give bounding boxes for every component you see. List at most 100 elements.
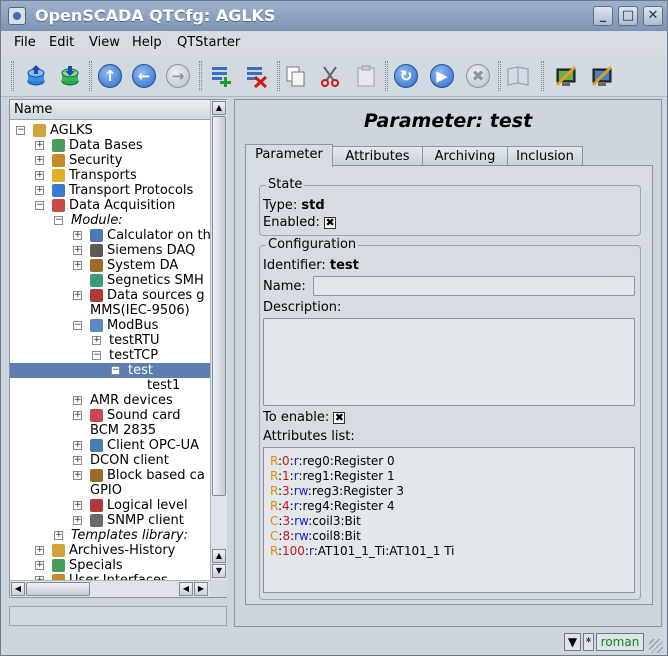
- menu-view[interactable]: View: [89, 35, 120, 50]
- tree-item[interactable]: BCM 2835: [10, 423, 210, 438]
- tree-item[interactable]: − AGLKS: [10, 123, 210, 138]
- expand-icon[interactable]: +: [35, 561, 44, 570]
- up-button[interactable]: ↑: [95, 61, 125, 91]
- collapse-icon[interactable]: −: [92, 351, 101, 360]
- scroll-up-arrow-lower[interactable]: ▲: [212, 549, 226, 563]
- tree-item[interactable]: + Data sources g: [10, 288, 210, 303]
- expand-icon[interactable]: +: [35, 171, 44, 180]
- tree-horizontal-scrollbar[interactable]: ◀ ◀ ▶: [10, 580, 210, 597]
- menu-edit[interactable]: Edit: [49, 35, 74, 50]
- expand-icon[interactable]: +: [73, 291, 82, 300]
- tree-header-name[interactable]: Name: [10, 100, 210, 120]
- expand-icon[interactable]: +: [73, 471, 82, 480]
- station-config-button[interactable]: [587, 61, 617, 91]
- db-load-button[interactable]: [21, 61, 51, 91]
- station-button[interactable]: [551, 61, 581, 91]
- expand-icon[interactable]: +: [35, 156, 44, 165]
- scroll-thumb-horizontal[interactable]: [26, 582, 90, 596]
- tree-item[interactable]: + Transport Protocols: [10, 183, 210, 198]
- app-icon[interactable]: [8, 7, 26, 25]
- resize-grip[interactable]: [649, 639, 663, 653]
- manual-button[interactable]: [503, 61, 533, 91]
- start-button[interactable]: ▶: [427, 61, 457, 91]
- tree-item[interactable]: GPIO: [10, 483, 210, 498]
- tree-item[interactable]: + Security: [10, 153, 210, 168]
- tree-item[interactable]: + Data Bases: [10, 138, 210, 153]
- menu-file[interactable]: File: [14, 35, 36, 50]
- expand-icon[interactable]: +: [35, 546, 44, 555]
- tree-item[interactable]: +User Interfaces: [10, 573, 210, 580]
- add-item-button[interactable]: [206, 61, 236, 91]
- expand-icon[interactable]: +: [73, 411, 82, 420]
- collapse-icon[interactable]: −: [111, 366, 120, 375]
- tree-item[interactable]: − Data Acquisition: [10, 198, 210, 213]
- scroll-up-arrow[interactable]: ▲: [212, 101, 226, 115]
- maximize-button[interactable]: □: [618, 6, 638, 26]
- menu-help[interactable]: Help: [132, 35, 162, 50]
- tree-item[interactable]: + Archives-History: [10, 543, 210, 558]
- tree-item[interactable]: + Logical level: [10, 498, 210, 513]
- tree-item[interactable]: + Calculator on th: [10, 228, 210, 243]
- tree-item[interactable]: + Sound card: [10, 408, 210, 423]
- expand-icon[interactable]: +: [35, 186, 44, 195]
- scroll-down-arrow[interactable]: ▼: [212, 564, 226, 578]
- title-bar[interactable]: OpenSCADA QTCfg: AGLKS _ □ ✕: [1, 1, 667, 31]
- back-button[interactable]: ←: [129, 61, 159, 91]
- to-enable-checkbox[interactable]: ✖: [333, 411, 346, 424]
- tree-item[interactable]: + testRTU: [10, 333, 210, 348]
- tree-item[interactable]: + Block based ca: [10, 468, 210, 483]
- tree-item[interactable]: + Templates library:: [10, 528, 210, 543]
- tree-item[interactable]: + Transports: [10, 168, 210, 183]
- collapse-icon[interactable]: −: [54, 216, 63, 225]
- expand-icon[interactable]: +: [54, 531, 63, 540]
- paste-button[interactable]: [351, 61, 381, 91]
- expand-icon[interactable]: +: [73, 246, 82, 255]
- collapse-icon[interactable]: −: [73, 321, 82, 330]
- scroll-left-arrow-lower[interactable]: ◀: [179, 582, 193, 596]
- user-indicator[interactable]: roman: [596, 633, 644, 651]
- scroll-thumb[interactable]: [212, 116, 226, 496]
- cut-button[interactable]: [315, 61, 345, 91]
- tree-item[interactable]: test1: [10, 378, 210, 393]
- db-save-button[interactable]: [55, 61, 85, 91]
- collapse-icon[interactable]: −: [35, 201, 44, 210]
- expand-icon[interactable]: +: [73, 231, 82, 240]
- stop-button[interactable]: ✖: [463, 61, 493, 91]
- tab-archiving[interactable]: Archiving: [422, 146, 508, 166]
- tree-item[interactable]: − test: [10, 363, 210, 378]
- scroll-right-arrow[interactable]: ▶: [194, 582, 208, 596]
- tree-item[interactable]: + SNMP client: [10, 513, 210, 528]
- minimize-button[interactable]: _: [593, 6, 613, 26]
- delete-item-button[interactable]: [241, 61, 271, 91]
- tree-item[interactable]: MMS(IEC-9506): [10, 303, 210, 318]
- forward-button[interactable]: →: [163, 61, 193, 91]
- panel-splitter[interactable]: [228, 99, 232, 627]
- tree-item[interactable]: − Module:: [10, 213, 210, 228]
- tree-item[interactable]: Segnetics SMH: [10, 273, 210, 288]
- status-dropdown-button[interactable]: ▼: [564, 633, 581, 651]
- menu-qtstarter[interactable]: QTStarter: [177, 35, 240, 50]
- collapse-icon[interactable]: −: [16, 126, 25, 135]
- name-input[interactable]: [313, 276, 635, 296]
- expand-icon[interactable]: +: [73, 501, 82, 510]
- expand-icon[interactable]: +: [73, 396, 82, 405]
- toolbar-handle[interactable]: [11, 61, 14, 91]
- description-textarea[interactable]: [263, 318, 635, 406]
- expand-icon[interactable]: +: [73, 516, 82, 525]
- navigation-tree[interactable]: Name − AGLKS + Data Bases + Security + Transpor…: [9, 99, 227, 598]
- tree-body[interactable]: − AGLKS + Data Bases + Security + Transports + Tr…: [10, 120, 210, 580]
- expand-icon[interactable]: +: [92, 336, 101, 345]
- tree-item[interactable]: − ModBus: [10, 318, 210, 333]
- expand-icon[interactable]: +: [73, 441, 82, 450]
- tree-item[interactable]: + Specials: [10, 558, 210, 573]
- tree-item[interactable]: + Client OPC-UA: [10, 438, 210, 453]
- enabled-checkbox[interactable]: ✖: [324, 216, 337, 229]
- tree-item[interactable]: + DCON client: [10, 453, 210, 468]
- close-button[interactable]: ✕: [643, 6, 663, 26]
- copy-button[interactable]: [281, 61, 311, 91]
- tab-inclusion[interactable]: Inclusion: [507, 146, 583, 166]
- attributes-list-textarea[interactable]: R:0:r:reg0:Register 0 R:1:r:reg1:Register…: [263, 447, 635, 593]
- tree-item[interactable]: + Siemens DAQ: [10, 243, 210, 258]
- tree-vertical-scrollbar[interactable]: ▲ ▲ ▼: [210, 100, 227, 580]
- refresh-button[interactable]: ↻: [391, 61, 421, 91]
